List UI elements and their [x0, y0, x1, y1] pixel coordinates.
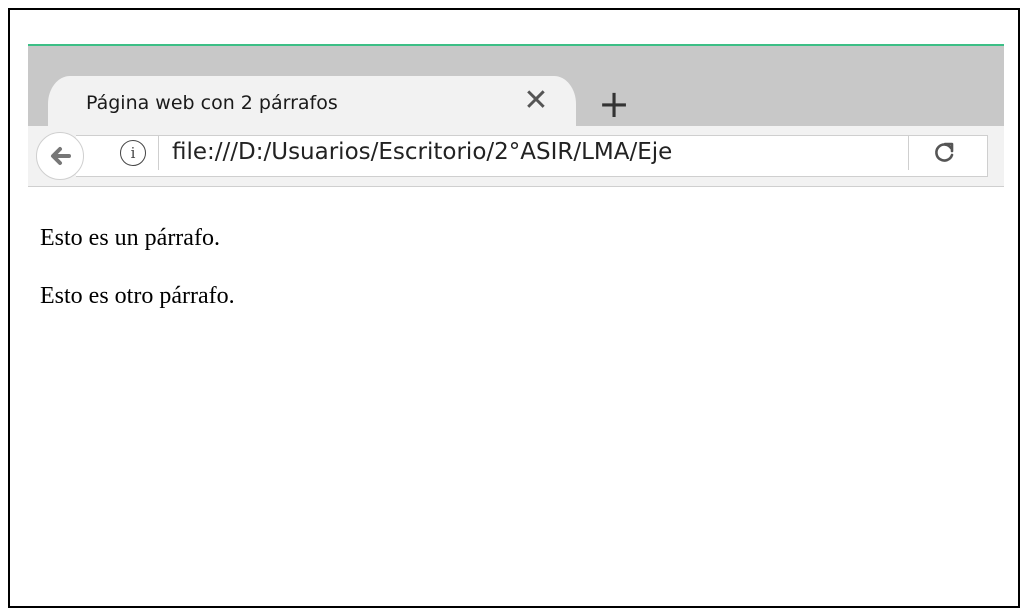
paragraph-1: Esto es un párrafo.: [40, 225, 220, 251]
reload-button[interactable]: [924, 136, 964, 170]
url-text[interactable]: file:///D:/Usuarios/Escritorio/2°ASIR/LM…: [172, 139, 672, 165]
tab-title: Página web con 2 párrafos: [86, 92, 338, 114]
browser-window: Página web con 2 párrafos ✕ + i file:///…: [28, 44, 1004, 606]
reload-icon: [935, 142, 954, 162]
tab-active[interactable]: Página web con 2 párrafos ✕: [48, 76, 576, 128]
back-arrow-icon: [51, 147, 71, 165]
close-icon[interactable]: ✕: [518, 82, 554, 118]
screenshot-frame: Página web con 2 párrafos ✕ + i file:///…: [8, 8, 1020, 608]
page-content: Esto es un párrafo. Esto es otro párrafo…: [28, 187, 1004, 606]
tab-strip: Página web con 2 párrafos ✕ +: [28, 46, 1004, 128]
paragraph-2: Esto es otro párrafo.: [40, 283, 235, 309]
info-icon[interactable]: i: [120, 140, 146, 166]
url-separator: [158, 136, 159, 170]
new-tab-button[interactable]: +: [594, 82, 634, 126]
back-button[interactable]: [36, 132, 84, 180]
reload-separator: [908, 136, 909, 170]
